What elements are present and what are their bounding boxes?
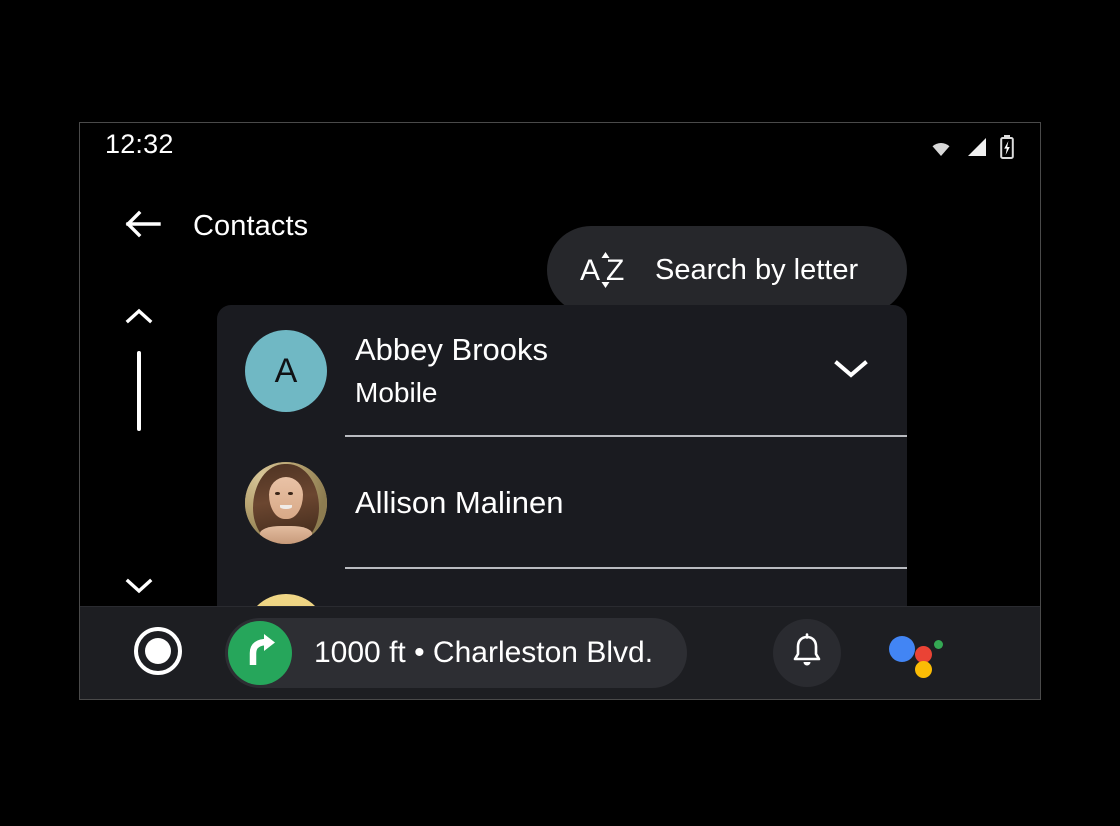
- status-time: 12:32: [105, 129, 174, 159]
- contact-subtitle: Mobile: [355, 377, 438, 408]
- avatar: [245, 462, 327, 544]
- status-bar: 12:32: [80, 123, 1040, 171]
- search-by-letter-label: Search by letter: [655, 253, 859, 286]
- notifications-button[interactable]: [773, 619, 842, 687]
- avatar-photo-shoulder: [259, 525, 313, 544]
- scroll-down-button[interactable]: [120, 573, 158, 603]
- maneuver-badge: [228, 621, 292, 685]
- arrow-left-icon: [123, 209, 161, 244]
- expand-contact-button[interactable]: [821, 341, 881, 401]
- cell-signal-icon: [966, 137, 988, 162]
- svg-text:A: A: [580, 254, 600, 287]
- sort-alpha-az-icon: A Z: [579, 247, 633, 293]
- avatar: A: [245, 330, 327, 412]
- status-icon-group: [928, 135, 1014, 164]
- bell-icon: [790, 632, 824, 674]
- home-circle-icon: [132, 625, 184, 682]
- chevron-up-icon: [125, 307, 153, 330]
- avatar-photo-mouth: [280, 504, 292, 509]
- assistant-dot-yellow: [915, 661, 933, 678]
- home-button[interactable]: [131, 626, 185, 680]
- contact-text-block: Abbey Brooks Mobile: [355, 330, 821, 412]
- turn-right-icon: [240, 631, 280, 676]
- scroll-up-button[interactable]: [120, 303, 158, 333]
- chevron-down-icon: [834, 358, 868, 385]
- google-assistant-icon: [889, 636, 916, 662]
- page-title: Contacts: [193, 210, 309, 242]
- app-toolbar: Contacts A Z Search by letter: [80, 171, 1040, 314]
- contact-name: Abbey Brooks: [355, 332, 548, 367]
- navigation-status-label: 1000 ft • Charleston Blvd.: [314, 636, 654, 669]
- screenshot-canvas: 12:32 Contacts A Z Search by letter A Ab…: [0, 0, 1120, 826]
- avatar-photo-eye-left: [275, 491, 281, 495]
- back-button[interactable]: [120, 204, 164, 248]
- chevron-down-icon: [125, 577, 153, 600]
- google-assistant-button[interactable]: [889, 628, 945, 678]
- contact-name: Allison Malinen: [355, 485, 564, 520]
- wifi-icon: [928, 137, 954, 162]
- avatar-photo-eye-right: [288, 491, 294, 495]
- assistant-dot-green: [934, 640, 944, 649]
- contact-list-item[interactable]: Allison Malinen: [217, 437, 907, 569]
- avatar-initial: A: [274, 351, 298, 390]
- car-display-frame: 12:32 Contacts A Z Search by letter A Ab…: [79, 122, 1041, 700]
- scrollbar-thumb[interactable]: [137, 351, 141, 431]
- bottom-navigation-bar: 1000 ft • Charleston Blvd.: [80, 606, 1040, 699]
- contact-list-item[interactable]: A Abbey Brooks Mobile: [217, 305, 907, 437]
- contact-text-block: Allison Malinen: [355, 483, 907, 523]
- list-scrollbar[interactable]: [120, 303, 158, 603]
- search-by-letter-button[interactable]: A Z Search by letter: [547, 226, 907, 314]
- battery-charging-icon: [1000, 135, 1014, 164]
- navigation-status-pill[interactable]: 1000 ft • Charleston Blvd.: [225, 618, 688, 688]
